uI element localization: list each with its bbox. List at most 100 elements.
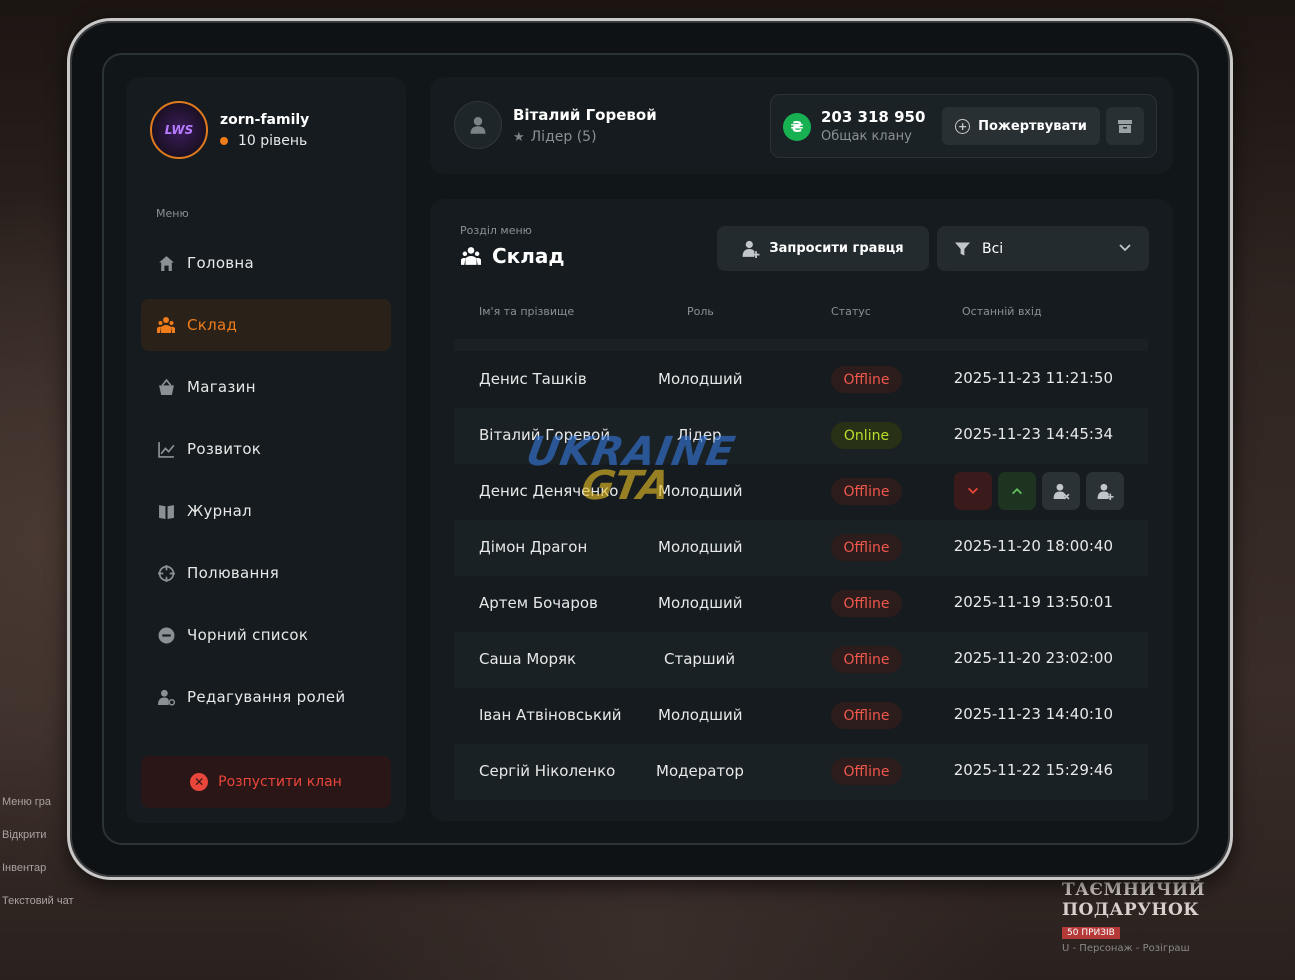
page-title: Склад [460,244,565,268]
promo-key: U [1062,943,1070,954]
sidebar-item-members[interactable]: Склад [141,299,391,351]
sidebar-item-home[interactable]: Головна [141,237,391,289]
members-table: Денис Ташків Молодший Offline 2025-11-23… [454,352,1148,800]
table-row[interactable]: Саша Моряк Старший Offline 2025-11-20 23… [454,632,1148,688]
archive-button[interactable] [1106,107,1144,145]
last-login: 2025-11-23 14:40:10 [953,705,1113,723]
hud-line: Текстовий чат [2,895,74,907]
table-row[interactable]: Артем Бочаров Молодший Offline 2025-11-1… [454,576,1148,632]
column-header-last-login: Останній вхід [962,305,1042,318]
sidebar-item-label: Магазин [187,378,256,396]
minus-circle-icon [157,626,175,644]
user-avatar [454,101,502,149]
table-row[interactable]: Сергій Ніколенко Модератор Offline 2025-… [454,744,1148,800]
sidebar-item-blacklist[interactable]: Чорний список [141,609,391,661]
status-badge: Offline [831,366,902,393]
hryvnia-coin-icon: ₴ [783,113,811,141]
add-user-icon [1097,483,1113,500]
member-name: Денис Ташків [479,370,587,388]
promo-hint-text: Персонаж - Розіграш [1079,943,1190,954]
members-icon [460,246,482,266]
status-badge: Offline [831,646,902,673]
table-row[interactable]: Іван Атвіновський Молодший Offline 2025-… [454,688,1148,744]
clan-bank: ₴ 203 318 950 Общак клану + Пожертвувати [770,94,1157,158]
sidebar-item-roles[interactable]: Редагування ролей [141,671,391,723]
member-name: Денис Деняченко [479,482,619,500]
last-login: 2025-11-20 18:00:40 [953,537,1113,555]
last-login: 2025-11-23 11:21:50 [953,369,1113,387]
sidebar-item-journal[interactable]: Журнал [141,485,391,537]
user-name: Віталий Горевой [513,106,657,124]
menu-caption: Меню [156,207,189,220]
promote-button[interactable] [998,472,1036,510]
archive-icon [1118,120,1132,133]
remove-user-icon [1053,483,1070,500]
clan-name: zorn-family [220,111,310,128]
table-row[interactable]: Денис Ташків Молодший Offline 2025-11-23… [454,352,1148,408]
clan-level-text: 10 рівень [238,132,308,149]
column-header-role: Роль [687,305,714,318]
clan-level: 10 рівень [220,133,309,149]
hud-line: Відкрити [2,829,47,841]
last-login: 2025-11-22 15:29:46 [953,761,1113,779]
sidebar-item-development[interactable]: Розвиток [141,423,391,475]
member-role: Молодший [658,706,743,724]
member-role: Модератор [656,762,744,780]
bank-label: Общак клану [821,129,912,144]
donate-button[interactable]: + Пожертвувати [942,107,1100,145]
role-filter-select[interactable]: Всі [937,226,1149,271]
status-badge: Offline [831,758,902,785]
star-icon: ★ [513,129,525,145]
hud-line: Меню гра [2,796,52,808]
assign-role-button[interactable] [1086,472,1124,510]
member-role: Молодший [658,594,743,612]
hud-line: Інвентар [2,862,47,874]
table-row[interactable]: Віталий Горевой Лідер Online 2025-11-23 … [454,408,1148,464]
sidebar-item-shop[interactable]: Магазин [141,361,391,413]
member-name: Віталий Горевой [479,426,611,444]
home-icon [157,254,175,272]
status-badge: Offline [831,590,902,617]
table-header: Ім'я та прізвище Роль Статус Останній вх… [430,305,1173,321]
member-name: Саша Моряк [479,650,577,668]
sidebar-menu: Головна Склад Магазин Розвиток Журнал По… [141,237,391,733]
row-actions [954,472,1124,510]
bank-amount: 203 318 950 [821,108,926,126]
filter-icon [955,241,970,257]
sidebar-item-label: Головна [187,254,255,272]
sidebar-item-hunting[interactable]: Полювання [141,547,391,599]
member-role: Старший [664,650,736,668]
user-role-text: Лідер (5) [530,129,597,145]
demote-button[interactable] [954,472,992,510]
filter-value: Всі [982,240,1004,257]
invite-player-button[interactable]: Запросити гравця [717,226,929,271]
member-role: Молодший [658,370,743,388]
sidebar-item-label: Розвиток [187,440,262,458]
disband-clan-button[interactable]: ✕ Розпустити клан [141,756,391,808]
user-card: Віталий Горевой ★ Лідер (5) ₴ 203 318 95… [430,77,1173,174]
sidebar-item-label: Журнал [187,502,252,520]
table-row[interactable]: Дімон Драгон Молодший Offline 2025-11-20… [454,520,1148,576]
promo-hint: U - Персонаж - Розіграш [1062,943,1190,954]
chevron-down-icon [968,487,978,494]
promo-badge: 50 ПРИЗІВ [1062,927,1120,939]
column-header-name: Ім'я та прізвище [479,305,575,318]
kick-member-button[interactable] [1042,472,1080,510]
level-dot-icon [220,136,228,145]
row-stub [454,339,1148,351]
disband-label: Розпустити клан [218,774,342,790]
close-circle-icon: ✕ [190,773,209,791]
member-name: Артем Бочаров [479,594,598,612]
table-row[interactable]: Денис Деняченко Молодший Offline [454,464,1148,520]
status-badge: Offline [831,534,902,561]
user-role: ★ Лідер (5) [513,129,597,145]
shop-icon [157,378,175,396]
clan-avatar-text: LWS [164,123,194,137]
sidebar: LWS zorn-family 10 рівень Меню Головна С… [126,77,406,823]
section-caption: Розділ меню [460,224,532,237]
status-badge: Offline [831,478,902,505]
chevron-down-icon [1117,239,1133,259]
member-name: Сергій Ніколенко [479,762,616,780]
member-role: Молодший [658,482,743,500]
add-user-icon [742,240,760,258]
